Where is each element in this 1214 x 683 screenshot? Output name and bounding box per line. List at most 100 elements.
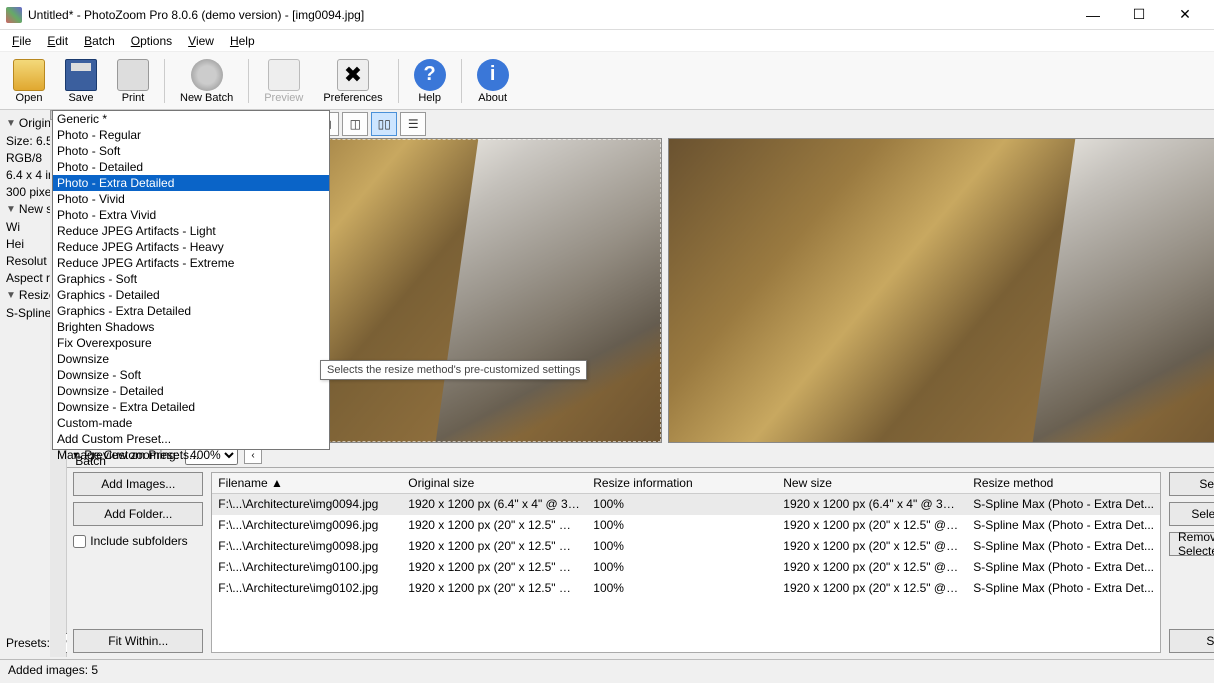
presets-label: Presets:: [6, 636, 50, 650]
preset-option[interactable]: Photo - Regular: [53, 127, 329, 143]
add-images-button[interactable]: Add Images...: [73, 472, 203, 496]
remove-selected-button[interactable]: Remove Selected: [1169, 532, 1214, 556]
fit-within-button[interactable]: Fit Within...: [73, 629, 203, 653]
preferences-button[interactable]: ✖Preferences: [314, 54, 391, 108]
menu-view[interactable]: View: [180, 32, 222, 50]
col-resize-info[interactable]: Resize information: [587, 473, 777, 493]
table-cell: S-Spline Max (Photo - Extra Det...: [967, 536, 1160, 556]
table-cell: 1920 x 1200 px (20" x 12.5" @ 9...: [777, 515, 967, 535]
table-cell: S-Spline Max (Photo - Extra Det...: [967, 578, 1160, 598]
preset-option[interactable]: Graphics - Extra Detailed: [53, 303, 329, 319]
add-folder-button[interactable]: Add Folder...: [73, 502, 203, 526]
menu-edit[interactable]: Edit: [39, 32, 76, 50]
about-button[interactable]: iAbout: [468, 54, 518, 108]
open-button[interactable]: Open: [4, 54, 54, 108]
save-button[interactable]: Save: [56, 54, 106, 108]
preset-option[interactable]: Photo - Soft: [53, 143, 329, 159]
app-icon: [6, 7, 22, 23]
preset-option[interactable]: Graphics - Soft: [53, 271, 329, 287]
select-all-button[interactable]: Select All: [1169, 472, 1214, 496]
preset-option[interactable]: Fix Overexposure: [53, 335, 329, 351]
toolbar-separator: [398, 59, 399, 103]
preset-option[interactable]: Manage Custom Presets...: [53, 447, 329, 463]
layout-split-h-icon[interactable]: ◫: [342, 112, 368, 136]
preset-option[interactable]: Downsize - Extra Detailed: [53, 399, 329, 415]
layout-split-v-icon[interactable]: ▯▯: [371, 112, 397, 136]
table-cell: 1920 x 1200 px (20" x 12.5" @ 9...: [402, 536, 587, 556]
toolbar-separator: [248, 59, 249, 103]
table-cell: 1920 x 1200 px (20" x 12.5" @ 9...: [402, 557, 587, 577]
table-row[interactable]: F:\...\Architecture\img0096.jpg1920 x 12…: [212, 515, 1160, 536]
menu-file[interactable]: File: [4, 32, 39, 50]
maximize-button[interactable]: ☐: [1116, 0, 1162, 30]
preset-option[interactable]: Reduce JPEG Artifacts - Heavy: [53, 239, 329, 255]
table-row[interactable]: F:\...\Architecture\img0098.jpg1920 x 12…: [212, 536, 1160, 557]
table-row[interactable]: F:\...\Architecture\img0102.jpg1920 x 12…: [212, 578, 1160, 599]
preset-option[interactable]: Custom-made: [53, 415, 329, 431]
table-cell: F:\...\Architecture\img0100.jpg: [212, 557, 402, 577]
col-new-size[interactable]: New size: [777, 473, 967, 493]
batch-right-controls: Select All Select None Remove Selected S…: [1169, 472, 1214, 653]
table-cell: 1920 x 1200 px (20" x 12.5" @ 9...: [402, 578, 587, 598]
menubar: File Edit Batch Options View Help: [0, 30, 1214, 52]
include-subfolders-checkbox[interactable]: Include subfolders: [73, 534, 203, 548]
help-button[interactable]: ?Help: [405, 54, 455, 108]
start-button[interactable]: Start...: [1169, 629, 1214, 653]
window-title: Untitled* - PhotoZoom Pro 8.0.6 (demo ve…: [28, 8, 1070, 22]
table-cell: 1920 x 1200 px (6.4" x 4" @ 300 ...: [402, 494, 587, 514]
select-none-button[interactable]: Select None: [1169, 502, 1214, 526]
new-batch-button[interactable]: New Batch: [171, 54, 242, 108]
col-original[interactable]: Original size: [402, 473, 587, 493]
table-row[interactable]: F:\...\Architecture\img0100.jpg1920 x 12…: [212, 557, 1160, 578]
table-cell: 100%: [587, 494, 777, 514]
preset-option[interactable]: Photo - Extra Detailed: [53, 175, 329, 191]
preset-option[interactable]: Downsize - Detailed: [53, 383, 329, 399]
minimize-button[interactable]: —: [1070, 0, 1116, 30]
menu-batch[interactable]: Batch: [76, 32, 123, 50]
preset-option[interactable]: Graphics - Detailed: [53, 287, 329, 303]
preset-dropdown-list[interactable]: Generic *Photo - RegularPhoto - SoftPhot…: [52, 110, 330, 450]
preset-option[interactable]: Reduce JPEG Artifacts - Light: [53, 223, 329, 239]
batch-table: Filename ▲ Original size Resize informat…: [211, 472, 1161, 653]
layout-stack-icon[interactable]: ☰: [400, 112, 426, 136]
table-cell: 1920 x 1200 px (20" x 12.5" @ 9...: [402, 515, 587, 535]
col-resize-method[interactable]: Resize method: [967, 473, 1160, 493]
preview-button[interactable]: Preview: [255, 54, 312, 108]
toolbar-separator: [461, 59, 462, 103]
toolbar-separator: [164, 59, 165, 103]
batch-table-header: Filename ▲ Original size Resize informat…: [212, 473, 1160, 494]
preset-option[interactable]: Downsize: [53, 351, 329, 367]
preset-option[interactable]: Photo - Vivid: [53, 191, 329, 207]
preset-option[interactable]: Downsize - Soft: [53, 367, 329, 383]
preview-image-result[interactable]: [668, 138, 1214, 443]
preset-option[interactable]: Photo - Extra Vivid: [53, 207, 329, 223]
settings-panel: Original Size: 6.59 RGB/8 6.4 x 4 in 300…: [0, 110, 67, 657]
close-button[interactable]: ✕: [1162, 0, 1208, 30]
menu-options[interactable]: Options: [123, 32, 180, 50]
table-cell: F:\...\Architecture\img0098.jpg: [212, 536, 402, 556]
table-cell: 100%: [587, 578, 777, 598]
preset-option[interactable]: Reduce JPEG Artifacts - Extreme: [53, 255, 329, 271]
preset-option[interactable]: Add Custom Preset...: [53, 431, 329, 447]
batch-left-controls: Add Images... Add Folder... Include subf…: [73, 472, 203, 653]
status-bar: Added images: 5: [0, 659, 1214, 683]
preset-option[interactable]: Photo - Detailed: [53, 159, 329, 175]
col-filename[interactable]: Filename ▲: [212, 473, 402, 493]
main-area: Original Size: 6.59 RGB/8 6.4 x 4 in 300…: [0, 110, 1214, 657]
preset-option[interactable]: Generic *: [53, 111, 329, 127]
table-cell: S-Spline Max (Photo - Extra Det...: [967, 494, 1160, 514]
table-cell: F:\...\Architecture\img0094.jpg: [212, 494, 402, 514]
menu-help[interactable]: Help: [222, 32, 263, 50]
table-cell: S-Spline Max (Photo - Extra Det...: [967, 557, 1160, 577]
table-cell: S-Spline Max (Photo - Extra Det...: [967, 515, 1160, 535]
table-cell: 1920 x 1200 px (20" x 12.5" @ 9...: [777, 557, 967, 577]
table-cell: 1920 x 1200 px (20" x 12.5" @ 9...: [777, 536, 967, 556]
table-cell: 100%: [587, 536, 777, 556]
table-cell: F:\...\Architecture\img0096.jpg: [212, 515, 402, 535]
batch-area: Batch Add Images... Add Folder... Includ…: [67, 467, 1214, 657]
preset-option[interactable]: Brighten Shadows: [53, 319, 329, 335]
table-row[interactable]: F:\...\Architecture\img0094.jpg1920 x 12…: [212, 494, 1160, 515]
table-cell: 100%: [587, 557, 777, 577]
titlebar: Untitled* - PhotoZoom Pro 8.0.6 (demo ve…: [0, 0, 1214, 30]
print-button[interactable]: Print: [108, 54, 158, 108]
